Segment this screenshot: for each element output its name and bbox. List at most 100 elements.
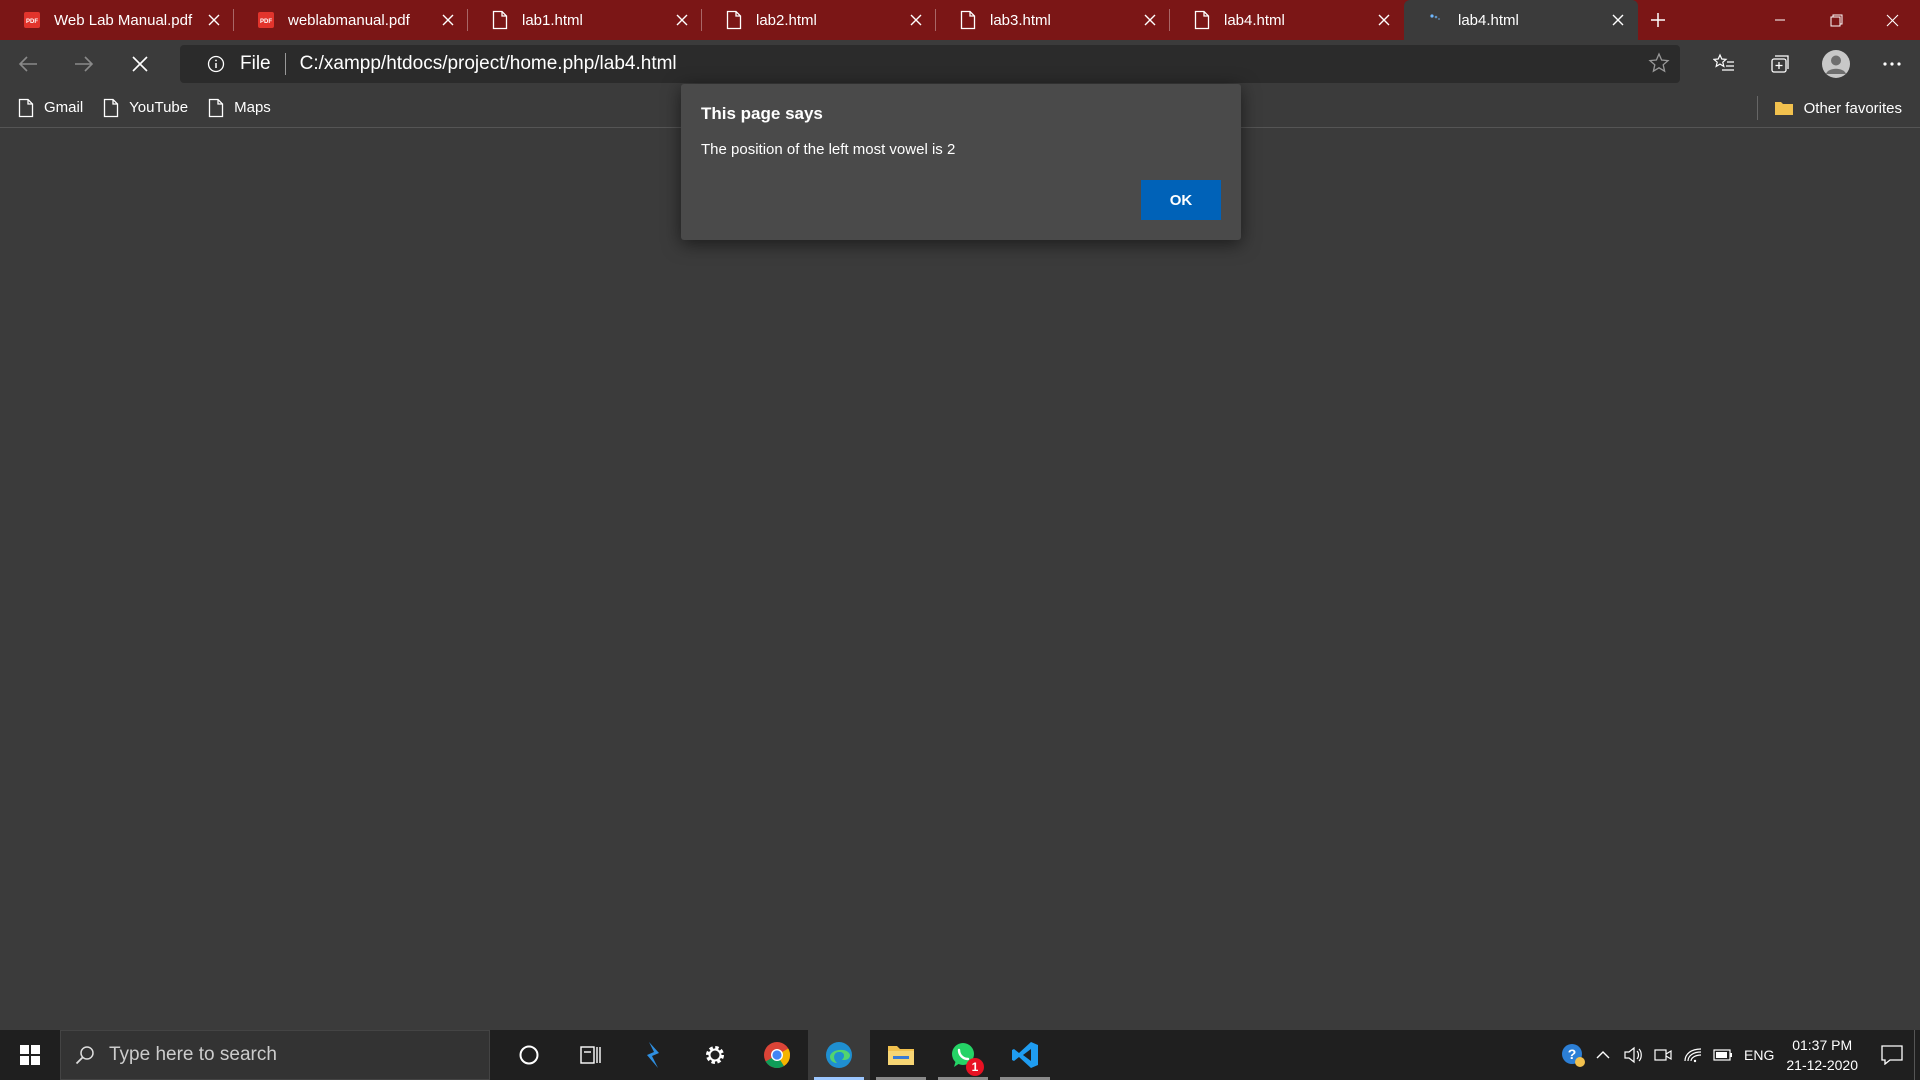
loading-spinner-icon: [1426, 10, 1446, 30]
tab-lab2-html[interactable]: lab2.html: [702, 0, 936, 40]
back-button[interactable]: [0, 40, 56, 88]
favorite-maps[interactable]: Maps: [208, 98, 271, 118]
url-text[interactable]: C:/xampp/htdocs/project/home.php/lab4.ht…: [300, 53, 677, 75]
show-hidden-icons-chevron-up-icon[interactable]: [1588, 1030, 1618, 1080]
help-tray-icon[interactable]: ?: [1558, 1030, 1588, 1080]
app-whatsapp[interactable]: 1: [932, 1030, 994, 1080]
tab-lab4-html[interactable]: lab4.html: [1170, 0, 1404, 40]
tab-lab1-html[interactable]: lab1.html: [468, 0, 702, 40]
favorites-list-icon: [1713, 53, 1734, 71]
visual-studio-installer-icon: [647, 1042, 659, 1068]
page-icon: [724, 10, 744, 30]
clock[interactable]: 01:37 PM 21-12-2020: [1786, 1035, 1858, 1075]
app-file-explorer[interactable]: [870, 1030, 932, 1080]
page-icon: [208, 98, 224, 117]
plus-icon: [1651, 13, 1665, 27]
add-favorite-star-icon[interactable]: [1648, 52, 1670, 79]
clock-time: 01:37 PM: [1792, 1037, 1853, 1053]
page-icon: [958, 10, 978, 30]
alert-dialog: This page says The position of the left …: [681, 84, 1241, 240]
action-center-button[interactable]: [1870, 1030, 1914, 1080]
tab-web-lab-manual-pdf[interactable]: PDF Web Lab Manual.pdf: [0, 0, 234, 40]
tab-label: lab4.html: [1224, 11, 1285, 29]
notification-icon: [1881, 1045, 1903, 1065]
close-window-button[interactable]: [1864, 0, 1920, 40]
task-view-button[interactable]: [560, 1030, 622, 1080]
minimize-button[interactable]: [1752, 0, 1808, 40]
window-controls: [1752, 0, 1920, 40]
vscode-icon: [1012, 1042, 1038, 1068]
settings-more-button[interactable]: [1864, 40, 1920, 88]
pdf-icon: PDF: [22, 10, 42, 30]
folder-icon: [1774, 102, 1793, 115]
tab-weblabmanual-pdf[interactable]: PDF weblabmanual.pdf: [234, 0, 468, 40]
app-edge[interactable]: [808, 1030, 870, 1080]
other-favorites-button[interactable]: Other favorites: [1756, 88, 1902, 128]
scheme-label: File: [240, 53, 271, 74]
collections-button[interactable]: [1752, 40, 1808, 88]
tab-label: lab1.html: [522, 11, 583, 29]
task-view-icon: [580, 1046, 601, 1064]
new-tab-button[interactable]: [1638, 0, 1678, 40]
avatar-icon: [1822, 50, 1850, 78]
restore-button[interactable]: [1808, 0, 1864, 40]
tab-label: Web Lab Manual.pdf: [54, 11, 193, 29]
toolbar-right-actions: [1696, 40, 1920, 88]
address-divider: [284, 53, 286, 75]
dialog-message: The position of the left most vowel is 2: [701, 141, 956, 158]
input-language[interactable]: ENG: [1744, 1047, 1774, 1063]
tab-lab4-html-active[interactable]: lab4.html: [1404, 0, 1638, 40]
taskbar-apps: 1: [498, 1030, 1056, 1080]
close-tab-icon[interactable]: [428, 0, 468, 40]
address-bar[interactable]: File C:/xampp/htdocs/project/home.php/la…: [180, 45, 1680, 83]
notification-badge: 1: [966, 1058, 984, 1076]
cortana-button[interactable]: [498, 1030, 560, 1080]
taskbar-search-box[interactable]: Type here to search: [60, 1030, 490, 1080]
show-desktop-button[interactable]: [1914, 1030, 1920, 1080]
close-tab-icon[interactable]: [1598, 0, 1638, 40]
close-tab-icon[interactable]: [662, 0, 702, 40]
tab-label: lab3.html: [990, 11, 1051, 29]
app-visual-studio[interactable]: [622, 1030, 684, 1080]
start-button[interactable]: [0, 1030, 60, 1080]
app-vscode[interactable]: [994, 1030, 1056, 1080]
close-tab-icon[interactable]: [1130, 0, 1170, 40]
cortana-circle-icon: [519, 1045, 539, 1065]
app-chrome[interactable]: [746, 1030, 808, 1080]
favorites-button[interactable]: [1696, 40, 1752, 88]
folder-icon: [888, 1046, 914, 1065]
battery-icon[interactable]: [1708, 1030, 1738, 1080]
close-tab-icon[interactable]: [194, 0, 234, 40]
volume-icon[interactable]: [1618, 1030, 1648, 1080]
tab-label: lab4.html: [1458, 11, 1519, 29]
other-favorites-label: Other favorites: [1803, 99, 1902, 117]
meet-now-icon[interactable]: [1648, 1030, 1678, 1080]
browser-window: PDF Web Lab Manual.pdf PDF weblabmanual.…: [0, 0, 1920, 1080]
favorite-label: Maps: [234, 99, 271, 116]
taskbar: Type here to search 1 ? ENG 01:37 PM 21-…: [0, 1030, 1920, 1080]
stop-loading-button[interactable]: [112, 40, 168, 88]
svg-text:PDF: PDF: [26, 19, 38, 25]
gear-icon: [706, 1046, 724, 1064]
favorites-divider: [1756, 96, 1758, 120]
app-settings[interactable]: [684, 1030, 746, 1080]
back-arrow-icon: [18, 56, 37, 72]
profile-button[interactable]: [1808, 40, 1864, 88]
tab-lab3-html[interactable]: lab3.html: [936, 0, 1170, 40]
svg-text:PDF: PDF: [260, 19, 272, 25]
close-tab-icon[interactable]: [1364, 0, 1404, 40]
favorite-gmail[interactable]: Gmail: [18, 98, 83, 118]
wifi-icon[interactable]: [1678, 1030, 1708, 1080]
info-icon[interactable]: [196, 55, 236, 73]
tab-label: weblabmanual.pdf: [288, 11, 410, 29]
favorite-youtube[interactable]: YouTube: [103, 98, 188, 118]
ok-button[interactable]: OK: [1141, 180, 1221, 220]
close-tab-icon[interactable]: [896, 0, 936, 40]
clock-date: 21-12-2020: [1786, 1057, 1858, 1073]
windows-logo-icon: [20, 1045, 40, 1065]
favorite-label: YouTube: [129, 99, 189, 116]
stop-icon: [132, 56, 148, 72]
forward-button[interactable]: [56, 40, 112, 88]
navigation-toolbar: File C:/xampp/htdocs/project/home.php/la…: [0, 40, 1920, 88]
page-icon: [490, 10, 510, 30]
